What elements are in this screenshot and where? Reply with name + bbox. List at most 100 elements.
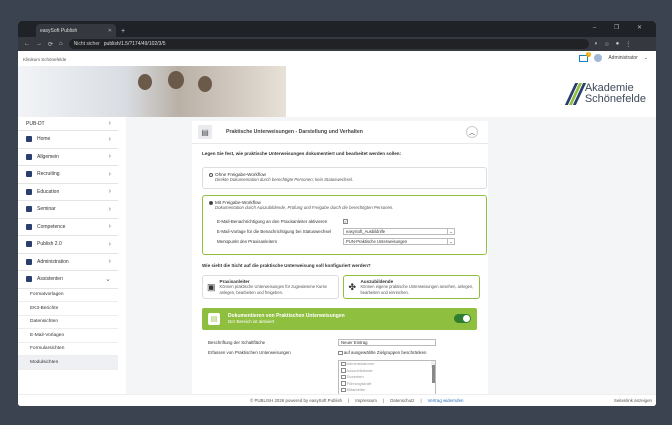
list-item[interactable]: Mitarbeiter: [339, 387, 435, 394]
sidebar-item-allgemein[interactable]: Allgemein ›: [18, 149, 118, 166]
chevron-down-icon[interactable]: ⌄: [644, 55, 648, 61]
tab-title: easySoft Publish: [40, 27, 78, 34]
consent-link[interactable]: Vertrag widerrufen: [428, 398, 464, 403]
profile-icon[interactable]: ●: [616, 41, 620, 48]
sidebar-sub-formularsichten[interactable]: Formularsichten: [18, 343, 118, 356]
collapse-button[interactable]: ︿: [466, 126, 478, 138]
documentation-toggle[interactable]: [454, 314, 471, 323]
option-with-workflow[interactable]: Mit Freigabe-Workflow Dokumentation durc…: [202, 195, 487, 255]
home-icon[interactable]: ⌂: [59, 41, 63, 47]
documentation-section-header: ▤ Dokumentieren von Praktischen Unterwei…: [202, 308, 477, 330]
email-notify-label: E-Mail-Benachrichtigung an den Praxisanl…: [217, 219, 328, 224]
clipboard-icon: ▤: [198, 125, 212, 139]
home-icon: [26, 136, 32, 143]
choice-praxisanleiter[interactable]: ▣ Praxisanleiter Können praktische Unterw…: [202, 275, 339, 299]
sidebar-item-competence[interactable]: Competence ›: [18, 219, 118, 236]
url-field[interactable]: Nicht sicher publish/1.5/?174/49/102/3/5: [68, 39, 589, 49]
new-tab-icon[interactable]: +: [121, 28, 125, 35]
mail-icon[interactable]: 1: [579, 51, 592, 62]
page-link[interactable]: Seitenlink anzeigen: [614, 398, 652, 403]
avatar[interactable]: [594, 54, 603, 62]
menu-select[interactable]: PUN-Praktische Unterweisungen ⌄: [343, 238, 455, 245]
pub-label: PUB-DT: [26, 120, 45, 127]
window-controls[interactable]: – ❐ ✕: [593, 24, 650, 31]
publish-icon: [26, 241, 32, 248]
sidebar-item-home[interactable]: Home ›: [18, 131, 118, 149]
extension-icon[interactable]: ◐: [595, 41, 599, 48]
sidebar-sub-ek3-berichte[interactable]: EK3-Berichte: [18, 302, 118, 316]
sidebar-item-label: Publish 2.0: [37, 241, 62, 248]
chevron-right-icon: ›: [108, 258, 111, 266]
assistant-icon: [26, 276, 32, 283]
view-question: Wie sieht die Sicht auf die praktische U…: [202, 263, 371, 268]
sidebar-item-label: Home: [37, 136, 51, 143]
menu-icon[interactable]: ⋮: [625, 41, 631, 48]
settings-card: ▤ Praktische Unterweisungen - Darstellun…: [192, 121, 488, 401]
browser-tab[interactable]: easySoft Publish ✕: [36, 24, 116, 37]
copyright: © PUBLISH 2026 powered by easySoft Publi…: [250, 398, 343, 403]
graduation-icon: [26, 188, 32, 195]
sidebar-item-label: Education: [37, 188, 60, 195]
sidebar-item-seminar[interactable]: Seminar ›: [18, 201, 118, 219]
chevron-right-icon: ›: [108, 135, 111, 143]
chevron-right-icon: ›: [108, 223, 111, 231]
reload-icon[interactable]: ⟳: [48, 41, 53, 48]
datenschutz-link[interactable]: Datenschutz: [390, 398, 414, 403]
back-icon[interactable]: ←: [24, 41, 30, 47]
sidebar-item-administration[interactable]: Administration ›: [18, 254, 118, 271]
sidebar-item-publish[interactable]: Publish 2.0 ›: [18, 236, 118, 254]
scrollbar[interactable]: [431, 361, 435, 383]
email-template-label: E-Mail-Vorlage für die Benachrichtigung …: [217, 229, 331, 234]
target-group-list[interactable]: Administratoren Auszubildende Dozenten F…: [338, 360, 436, 395]
email-template-select[interactable]: easySoft_Ausbildnlfe ⌄: [343, 228, 455, 235]
sidebar-item-label: Competence: [37, 223, 66, 230]
sidebar-item-label: Assistenten: [37, 276, 63, 283]
chevron-down-icon: ⌄: [105, 276, 111, 284]
brand-label: Klinikum Schönefelde: [23, 57, 67, 62]
close-tab-icon[interactable]: ✕: [108, 28, 112, 34]
bookmark-icon[interactable]: ☆: [604, 41, 609, 48]
site-header: Klinikum Schönefelde 1 Administrator ⌄ A…: [18, 51, 656, 117]
competence-icon: [26, 223, 32, 230]
card-title: Praktische Unterweisungen - Darstellung …: [226, 129, 363, 135]
sidebar-pub-select[interactable]: PUB-DT ›: [18, 117, 118, 131]
sidebar-item-assistenten[interactable]: Assistenten ⌄: [18, 271, 118, 289]
sidebar-sub-email-vorlagen[interactable]: E-Mail-Vorlagen: [18, 329, 118, 343]
chevron-right-icon: ›: [108, 188, 111, 196]
sidebar-sub-modulsichten[interactable]: Modulsichten: [18, 356, 118, 370]
user-name[interactable]: Administrator: [608, 55, 637, 61]
forward-icon[interactable]: →: [36, 41, 42, 47]
option-no-workflow[interactable]: Ohne Freigabe-Workflow Direkte Dokumenta…: [202, 167, 487, 189]
chevron-right-icon: ›: [108, 240, 111, 248]
browser-window: easySoft Publish ✕ + – ❐ ✕ ← → ⟳ ⌂ Nicht…: [18, 21, 656, 406]
sidebar-sub-datensichten[interactable]: Datensichten: [18, 316, 118, 329]
choice2-desc: Können eigene praktische Unterweisungen …: [360, 283, 474, 295]
restrict-option[interactable]: auf ausgewählte Zielgruppen beschränken: [338, 350, 426, 356]
sidebar-item-education[interactable]: Education ›: [18, 184, 118, 201]
students-icon: ✤: [348, 281, 356, 292]
radio-with-workflow[interactable]: [209, 200, 213, 205]
docu-subtitle: Der Bereich ist aktiviert: [228, 319, 275, 324]
seminar-icon: [26, 206, 32, 213]
button-label-input[interactable]: Neuer Eintrag: [338, 339, 436, 346]
chevron-right-icon: ›: [108, 153, 111, 161]
instructor-icon: ▣: [207, 281, 216, 292]
url-text: publish/1.5/?174/49/102/3/5: [103, 41, 166, 47]
sidebar-item-recruiting[interactable]: Recruiting ›: [18, 166, 118, 184]
menu-label: Menüpunkt des Praxisanleiters: [217, 239, 278, 244]
chevron-down-icon: ⌄: [447, 239, 454, 244]
tab-bar: easySoft Publish ✕ + – ❐ ✕: [18, 21, 656, 37]
email-notify-checkbox[interactable]: ✓: [343, 219, 348, 224]
sidebar-sub-formatvorlagen[interactable]: Formatvorlagen: [18, 289, 118, 302]
radio-no-workflow[interactable]: [209, 172, 213, 177]
impressum-link[interactable]: Impressum: [355, 398, 377, 403]
insecure-label[interactable]: Nicht sicher: [74, 41, 100, 47]
page-footer: © PUBLISH 2026 powered by easySoft Publi…: [18, 394, 656, 406]
restrict-checkbox[interactable]: [338, 350, 343, 356]
users-icon: [26, 153, 32, 160]
logo-line2: Schönefelde: [584, 93, 646, 105]
user-area: 1 Administrator ⌄: [579, 51, 648, 62]
document-icon: ▤: [208, 313, 220, 325]
chevron-right-icon: ›: [108, 120, 111, 127]
choice-auszubildende[interactable]: ✤ Auszubildende Können eigene praktische …: [343, 275, 480, 299]
